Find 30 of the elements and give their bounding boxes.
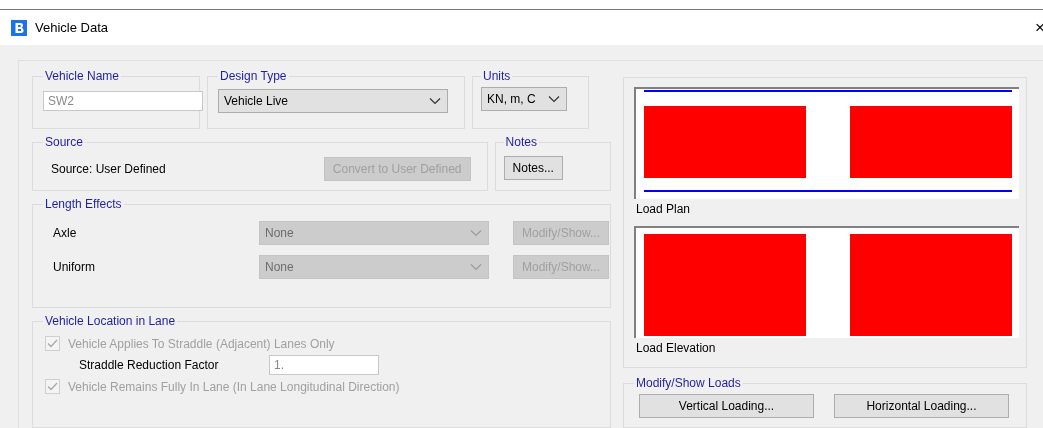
caret-icon [429,97,441,105]
input-field[interactable]: SW2 [43,91,203,111]
group-title: Design Type [219,69,288,83]
source-text: Source: User Defined [51,162,166,176]
close-button[interactable]: × [1031,17,1043,38]
group-title: Vehicle Name [44,69,121,83]
caret-icon [470,263,482,271]
drawing-caption: Load Plan [635,201,692,218]
input-field[interactable]: 1. [269,355,379,375]
loading-button[interactable]: Horizontal Loading... [834,394,1009,418]
app-icon [11,19,27,36]
group-title: Length Effects [44,197,123,211]
row-label: Axle [53,226,78,240]
group-title: Notes [504,135,538,149]
dropdown[interactable]: Vehicle Live [218,89,448,113]
group-title: Vehicle Location in Lane [44,314,177,328]
window-title: Vehicle Data [35,20,109,35]
checkbox-label: Vehicle Applies To Straddle (Adjacent) Lanes Only [68,336,335,351]
group-title: Modify/Show Loads [635,376,742,390]
group-title: Units [482,69,512,83]
field-label: Straddle Reduction Factor [79,358,220,372]
notes-button[interactable]: Notes... [503,156,563,180]
dropdown[interactable]: KN, m, C [481,87,567,111]
caret-icon [470,229,482,237]
group-title: Source [44,135,85,149]
row-label: Uniform [53,260,96,274]
drawing-caption: Load Elevation [635,340,717,357]
caret-icon [548,95,560,103]
loading-button[interactable]: Vertical Loading... [639,394,814,418]
checkbox-label: Vehicle Remains Fully In Lane (In Lane Longitudinal Direction) [68,379,400,394]
